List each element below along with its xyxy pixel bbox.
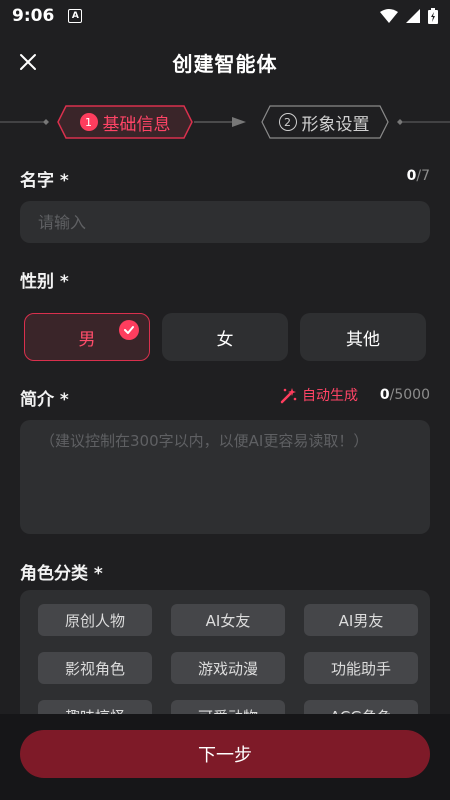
gender-female-button[interactable]: 女 (162, 313, 288, 361)
intro-counter: 0/5000 (380, 387, 430, 403)
category-chip[interactable]: AI男友 (304, 604, 418, 636)
intro-max: /5000 (389, 387, 430, 403)
stepper: 1 基础信息 2 形象设置 (0, 103, 450, 141)
intro-label: 简介 * (20, 390, 69, 410)
category-chip[interactable]: AI女友 (171, 604, 285, 636)
gender-options: 男 女 其他 (24, 313, 426, 361)
step-label: 形象设置 (301, 114, 370, 135)
wifi-icon (380, 9, 398, 23)
category-label: 角色分类 * (20, 564, 103, 584)
name-counter: 0/7 (407, 168, 430, 184)
gender-option-label: 男 (78, 329, 96, 350)
gender-male-button[interactable]: 男 (24, 313, 150, 361)
gender-option-label: 其他 (346, 329, 380, 350)
step-label: 基础信息 (102, 114, 171, 135)
name-label: 名字 * (20, 171, 69, 191)
intro-count: 0 (379, 387, 390, 403)
gender-label: 性别 * (20, 272, 69, 292)
step-basic-info[interactable]: 1 基础信息 (56, 103, 194, 141)
signal-icon (406, 9, 420, 23)
step-number-badge: 1 (79, 113, 98, 131)
status-time: 9:06 (12, 6, 55, 26)
intro-textarea[interactable] (20, 420, 430, 534)
status-bar: 9:06 A (0, 0, 450, 32)
next-step-button[interactable]: 下一步 (20, 730, 430, 778)
name-count: 0 (406, 168, 417, 184)
magic-wand-icon (280, 388, 297, 404)
category-chip[interactable]: 游戏动漫 (171, 652, 285, 684)
step-appearance[interactable]: 2 形象设置 (260, 103, 388, 141)
auto-generate-button[interactable]: 自动生成 (280, 385, 358, 405)
step-number-badge: 2 (278, 113, 297, 131)
close-icon (20, 54, 36, 70)
check-icon (119, 320, 139, 340)
bottom-bar: 下一步 (0, 714, 450, 800)
category-chip[interactable]: 功能助手 (304, 652, 418, 684)
category-chip[interactable]: 影视角色 (38, 652, 152, 684)
gender-other-button[interactable]: 其他 (300, 313, 426, 361)
gender-option-label: 女 (216, 329, 234, 350)
close-button[interactable] (14, 48, 42, 76)
name-input[interactable] (20, 201, 430, 243)
app-notification-icon: A (68, 9, 83, 23)
name-max: /7 (416, 168, 430, 184)
page-title: 创建智能体 (172, 51, 278, 76)
battery-icon (428, 8, 438, 24)
auto-generate-label: 自动生成 (302, 388, 358, 404)
header: 创建智能体 (0, 40, 450, 84)
category-chip[interactable]: 原创人物 (38, 604, 152, 636)
